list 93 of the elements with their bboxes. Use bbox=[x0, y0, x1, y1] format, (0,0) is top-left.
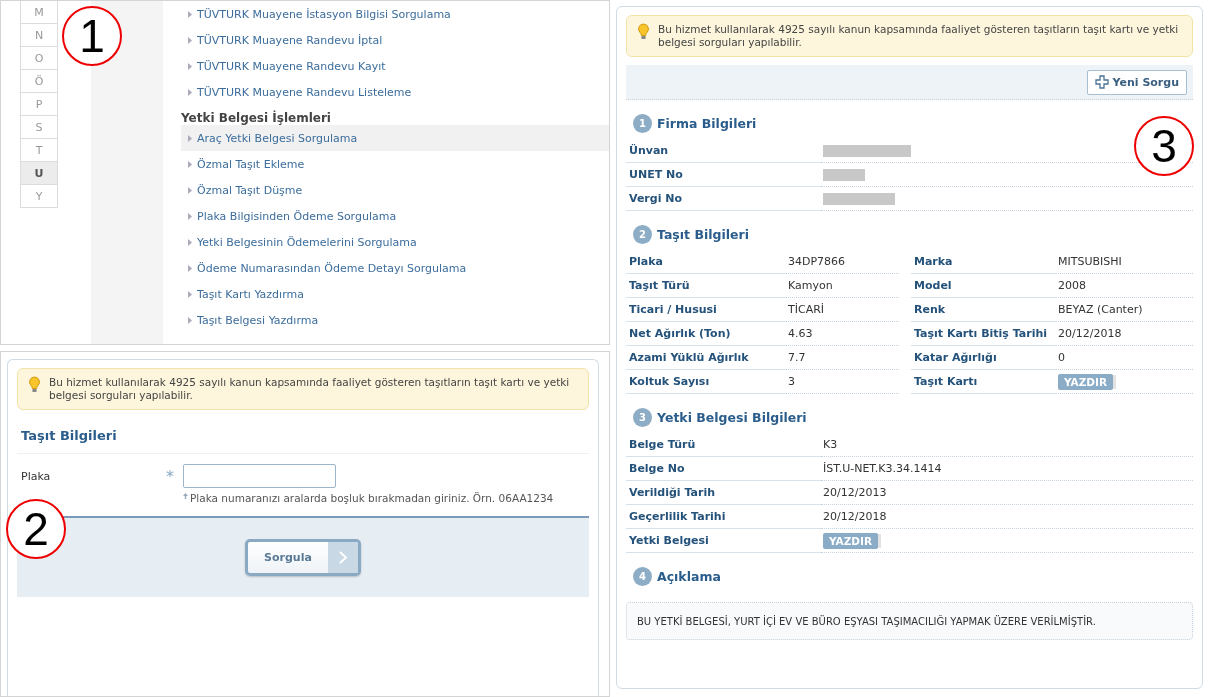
lightbulb-icon bbox=[28, 376, 41, 393]
letter-tab[interactable]: M bbox=[20, 1, 58, 24]
caret-icon bbox=[188, 212, 192, 220]
field-label: Plaka bbox=[21, 469, 52, 483]
letter-tab[interactable]: S bbox=[20, 116, 58, 139]
menu-heading: Yetki Belgesi İşlemleri bbox=[181, 109, 332, 125]
section-number: 2 bbox=[633, 225, 652, 244]
section-title: Yetki Belgesi Bilgileri bbox=[657, 410, 807, 425]
field-value: K3 bbox=[821, 433, 1193, 457]
field-value: Kamyon bbox=[786, 274, 899, 298]
field-label: Ünvan bbox=[626, 139, 821, 163]
field-value: 0 bbox=[1056, 346, 1193, 370]
menu-item[interactable]: Yetki Belgesinin Ödemelerini Sorgulama bbox=[181, 229, 609, 255]
new-query-button[interactable]: Yeni Sorgu bbox=[1086, 69, 1187, 95]
field-label: Vergi No bbox=[626, 187, 821, 211]
field-label: Azami Yüklü Ağırlık bbox=[626, 346, 786, 370]
section-number: 3 bbox=[633, 408, 652, 427]
field-label: Net Ağırlık (Ton) bbox=[626, 322, 786, 346]
field-label: Belge No bbox=[626, 457, 821, 481]
query-button[interactable]: Sorgula bbox=[245, 539, 361, 576]
letter-tab[interactable]: Ö bbox=[20, 70, 58, 93]
caret-icon bbox=[188, 264, 192, 272]
caret-icon bbox=[188, 10, 192, 18]
field-value: BEYAZ (Canter) bbox=[1056, 298, 1193, 322]
menu-item[interactable]: TÜVTURK Muayene Randevu Listeleme bbox=[181, 79, 609, 105]
field-value: 34DP7866 bbox=[786, 250, 899, 274]
hint-text: Plaka numaranızı aralarda boşluk bırakmadan giriniz. Örn. 06AA1234 bbox=[190, 492, 554, 504]
menu-item[interactable]: TÜVTURK Muayene Randevu İptal bbox=[181, 27, 609, 53]
menu-item[interactable]: Ödeme Numarasından Ödeme Detayı Sorgulama bbox=[181, 255, 609, 281]
menu-item[interactable]: Plaka Bilgisinden Ödeme Sorgulama bbox=[181, 203, 609, 229]
field-label: Belge Türü bbox=[626, 433, 821, 457]
field-label: Taşıt Kartı bbox=[911, 370, 1056, 394]
field-label: Model bbox=[911, 274, 1056, 298]
menu-item[interactable]: TÜVTURK Muayene Randevu Kayıt bbox=[181, 53, 609, 79]
field-value: 7.7 bbox=[786, 346, 899, 370]
lightbulb-icon bbox=[637, 23, 650, 40]
field-value: 20/12/2013 bbox=[821, 481, 1193, 505]
letter-tab[interactable]: N bbox=[20, 24, 58, 47]
section-number: 4 bbox=[633, 567, 652, 586]
field-label: Taşıt Türü bbox=[626, 274, 786, 298]
section-title: Firma Bilgileri bbox=[657, 116, 757, 131]
caret-icon bbox=[188, 316, 192, 324]
field-label: Ticari / Hususi bbox=[626, 298, 786, 322]
caret-icon bbox=[188, 238, 192, 246]
arrow-up-icon bbox=[183, 493, 188, 499]
field-value: 20/12/2018 bbox=[1056, 322, 1193, 346]
caret-icon bbox=[188, 186, 192, 194]
field-value: İST.U-NET.K3.34.1414 bbox=[821, 457, 1193, 481]
field-value: 3 bbox=[786, 370, 899, 394]
notice-text: Bu hizmet kullanılarak 4925 sayılı kanun kapsamında faaliyet gösteren taşıtların taşıt kartı ve yetki belgesi sorguları yapılabilir. bbox=[658, 23, 1180, 49]
section-number: 1 bbox=[633, 114, 652, 133]
field-label: Marka bbox=[911, 250, 1056, 274]
menu-item[interactable]: Özmal Taşıt Ekleme bbox=[181, 151, 609, 177]
redaction-bar bbox=[823, 192, 895, 205]
field-label: Verildiği Tarih bbox=[626, 481, 821, 505]
caret-icon bbox=[188, 88, 192, 96]
field-value: MITSUBISHI bbox=[1056, 250, 1193, 274]
plus-icon bbox=[1094, 75, 1109, 89]
letter-tab[interactable]: Y bbox=[20, 185, 58, 208]
field-label: Plaka bbox=[626, 250, 786, 274]
menu-item[interactable]: Özmal Taşıt Düşme bbox=[181, 177, 609, 203]
caret-icon bbox=[188, 62, 192, 70]
field-value: 2008 bbox=[1056, 274, 1193, 298]
field-label: Renk bbox=[911, 298, 1056, 322]
letter-tab[interactable]: P bbox=[20, 93, 58, 116]
section-title: Açıklama bbox=[657, 569, 721, 584]
field-label: Geçerlilik Tarihi bbox=[626, 505, 821, 529]
field-value: TİCARİ bbox=[786, 298, 899, 322]
section-title: Taşıt Bilgileri bbox=[657, 227, 749, 242]
menu-item[interactable]: Taşıt Kartı Yazdırma bbox=[181, 281, 609, 307]
menu-item[interactable]: Araç Yetki Belgesi Sorgulama bbox=[181, 125, 609, 151]
letter-tab[interactable]: U bbox=[20, 162, 58, 185]
field-label: Koltuk Sayısı bbox=[626, 370, 786, 394]
caret-icon bbox=[188, 160, 192, 168]
menu-item[interactable]: Taşıt Belgesi Yazdırma bbox=[181, 307, 609, 333]
menu-item[interactable]: TÜVTURK Muayene İstasyon Bilgisi Sorgulama bbox=[181, 1, 609, 27]
note-text: BU YETKİ BELGESİ, YURT İÇİ EV VE BÜRO EŞYASI TAŞIMACILIĞI YAPMAK ÜZERE VERİLMİŞTİR. bbox=[637, 615, 1096, 627]
caret-icon bbox=[188, 134, 192, 142]
field-label: UNET No bbox=[626, 163, 821, 187]
notice-text: Bu hizmet kullanılarak 4925 sayılı kanun kapsamında faaliyet gösteren taşıtların taşıt kartı ve yetki belgesi sorguları yapılabilir. bbox=[49, 376, 571, 402]
required-mark: * bbox=[166, 466, 175, 486]
caret-icon bbox=[188, 36, 192, 44]
field-label: Taşıt Kartı Bitiş Tarihi bbox=[911, 322, 1056, 346]
caret-icon bbox=[188, 290, 192, 298]
plate-input[interactable] bbox=[183, 464, 336, 488]
field-value: 4.63 bbox=[786, 322, 899, 346]
section-title: Taşıt Bilgileri bbox=[17, 410, 589, 454]
letter-tab[interactable]: O bbox=[20, 47, 58, 70]
field-value: 20/12/2018 bbox=[821, 505, 1193, 529]
field-label: Katar Ağırlığı bbox=[911, 346, 1056, 370]
field-label: Yetki Belgesi bbox=[626, 529, 821, 553]
chevron-right-icon bbox=[328, 542, 358, 573]
redaction-bar bbox=[823, 168, 865, 181]
